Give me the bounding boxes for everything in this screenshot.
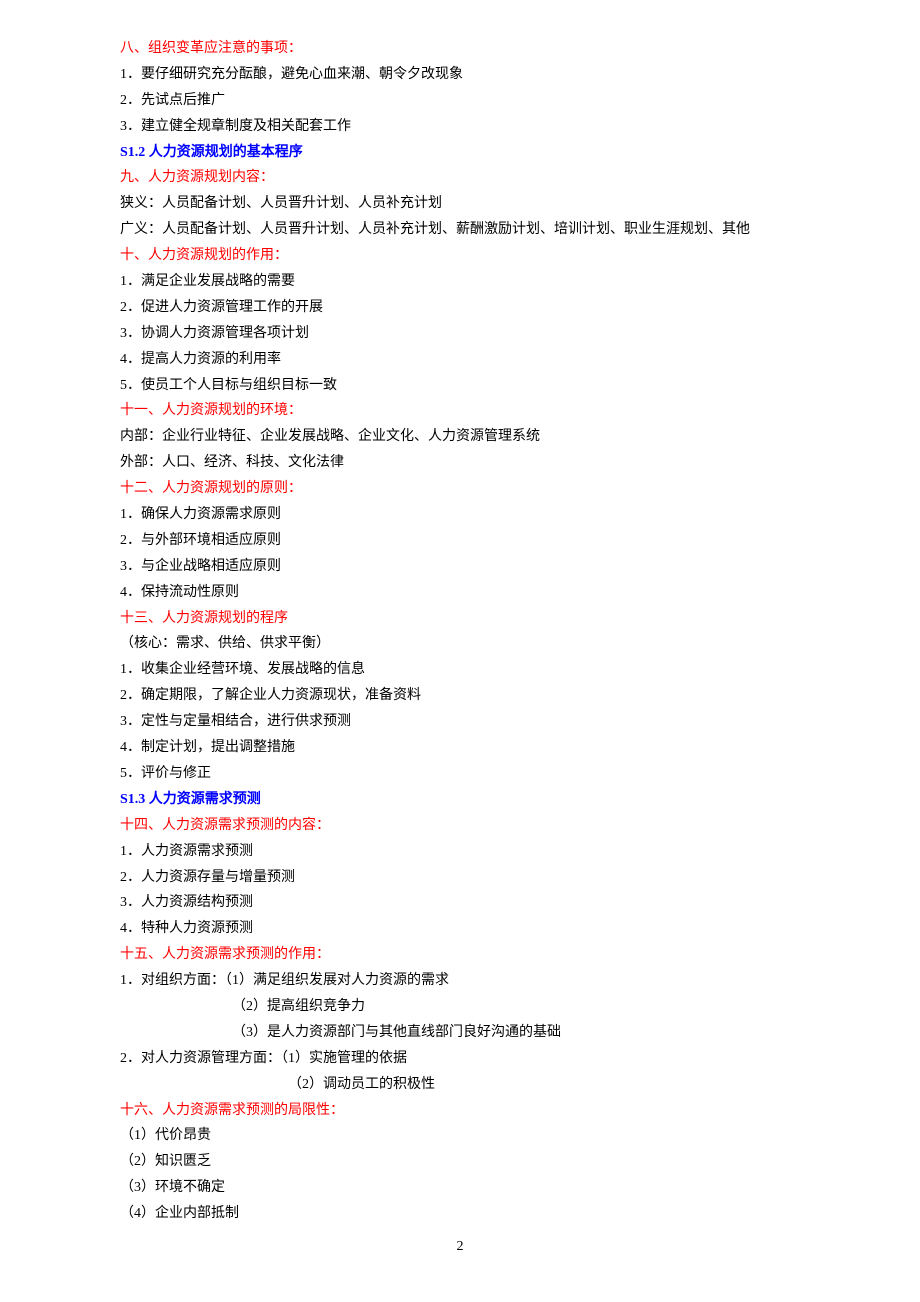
body-line: 3．人力资源结构预测 [120, 890, 800, 916]
body-line: 2．对人力资源管理方面：（1）实施管理的依据 [120, 1046, 800, 1072]
section-13-heading: 十三、人力资源规划的程序 [120, 606, 800, 632]
body-line: 4．提高人力资源的利用率 [120, 347, 800, 373]
body-line: 2．人力资源存量与增量预测 [120, 865, 800, 891]
body-line: 内部：企业行业特征、企业发展战略、企业文化、人力资源管理系统 [120, 424, 800, 450]
document-content: 八、组织变革应注意的事项： 1．要仔细研究充分酝酿，避免心血来潮、朝令夕改现象 … [120, 36, 800, 1227]
body-line: 4．制定计划，提出调整措施 [120, 735, 800, 761]
body-line: （2）知识匮乏 [120, 1149, 800, 1175]
section-14-heading: 十四、人力资源需求预测的内容： [120, 813, 800, 839]
section-11-heading: 十一、人力资源规划的环境： [120, 398, 800, 424]
body-line: 3．定性与定量相结合，进行供求预测 [120, 709, 800, 735]
body-line-indented: （3）是人力资源部门与其他直线部门良好沟通的基础 [120, 1020, 800, 1046]
body-line: 3．建立健全规章制度及相关配套工作 [120, 114, 800, 140]
body-line: 2．与外部环境相适应原则 [120, 528, 800, 554]
body-line: 4．保持流动性原则 [120, 580, 800, 606]
body-line: 1．要仔细研究充分酝酿，避免心血来潮、朝令夕改现象 [120, 62, 800, 88]
section-15-heading: 十五、人力资源需求预测的作用： [120, 942, 800, 968]
body-line: 4．特种人力资源预测 [120, 916, 800, 942]
body-line: 1．人力资源需求预测 [120, 839, 800, 865]
page-number: 2 [0, 1234, 920, 1260]
section-9-heading: 九、人力资源规划内容： [120, 165, 800, 191]
section-12-heading: 十二、人力资源规划的原则： [120, 476, 800, 502]
body-line-indented: （2）提高组织竞争力 [120, 994, 800, 1020]
body-line: 1．满足企业发展战略的需要 [120, 269, 800, 295]
section-8-heading: 八、组织变革应注意的事项： [120, 36, 800, 62]
body-line: 3．与企业战略相适应原则 [120, 554, 800, 580]
section-16-heading: 十六、人力资源需求预测的局限性： [120, 1098, 800, 1124]
section-s1-3-title: S1.3 人力资源需求预测 [120, 787, 800, 813]
body-line: 狭义：人员配备计划、人员晋升计划、人员补充计划 [120, 191, 800, 217]
section-10-heading: 十、人力资源规划的作用： [120, 243, 800, 269]
body-line: 1．收集企业经营环境、发展战略的信息 [120, 657, 800, 683]
body-line-indented: （2）调动员工的积极性 [120, 1072, 800, 1098]
section-s1-2-title: S1.2 人力资源规划的基本程序 [120, 140, 800, 166]
body-line: 1．确保人力资源需求原则 [120, 502, 800, 528]
body-line: （3）环境不确定 [120, 1175, 800, 1201]
body-line: 2．确定期限，了解企业人力资源现状，准备资料 [120, 683, 800, 709]
body-line: 广义：人员配备计划、人员晋升计划、人员补充计划、薪酬激励计划、培训计划、职业生涯… [120, 217, 800, 243]
body-line: 5．使员工个人目标与组织目标一致 [120, 373, 800, 399]
body-line: 2．先试点后推广 [120, 88, 800, 114]
body-line: （1）代价昂贵 [120, 1123, 800, 1149]
body-line: （核心：需求、供给、供求平衡） [120, 631, 800, 657]
body-line: 1．对组织方面：（1）满足组织发展对人力资源的需求 [120, 968, 800, 994]
body-line: 2．促进人力资源管理工作的开展 [120, 295, 800, 321]
body-line: 5．评价与修正 [120, 761, 800, 787]
body-line: 外部：人口、经济、科技、文化法律 [120, 450, 800, 476]
body-line: 3．协调人力资源管理各项计划 [120, 321, 800, 347]
body-line: （4）企业内部抵制 [120, 1201, 800, 1227]
